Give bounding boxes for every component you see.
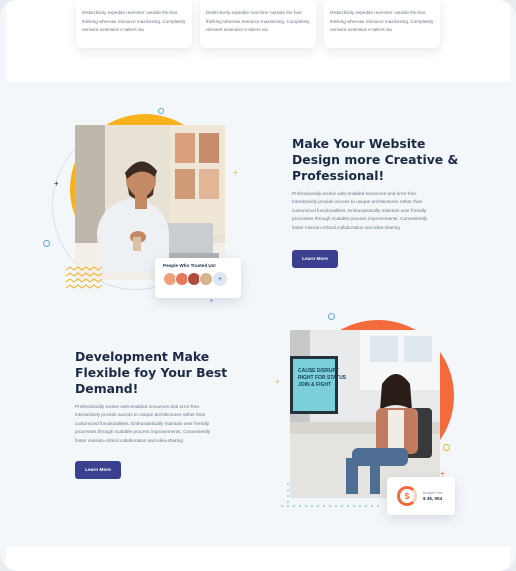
learn-more-button[interactable]: Learn More [75, 461, 121, 479]
plus-icon: + [209, 296, 214, 305]
heading-line: Design more Creative & [292, 152, 459, 167]
learn-more-button[interactable]: Learn More [292, 250, 338, 268]
plus-icon: + [275, 377, 280, 386]
small-ring-decoration [43, 240, 50, 247]
small-ring-decoration [328, 313, 335, 320]
monitor-text: CAUSE DISRUPT [298, 368, 339, 374]
monitor-text: RIGHT FOR STATUS [298, 375, 347, 381]
budget-label: Budget Plan [423, 491, 443, 495]
section2-paragraph: Professionally evolve web-enabled resour… [75, 404, 211, 443]
feature-card-text: Distinctively expedite real-time 'outsid… [206, 10, 310, 33]
budget-value: $ 35, 004 [423, 496, 443, 501]
dollar-icon: $ [397, 486, 417, 506]
monitor-text: JOIN & FIGHT [298, 382, 331, 388]
budget-card: $ Budget Plan $ 35, 004 [387, 477, 455, 515]
feature-card: Distinctively expedite real-time 'outsid… [324, 0, 440, 48]
zigzag-decoration [66, 266, 103, 289]
section2-heading: Development Make Flexible foy Your Best … [75, 349, 227, 397]
section1-paragraph: Professionally evolve web-enabled resour… [292, 191, 428, 230]
trusted-users-card: People Who Trusted Us! + [155, 258, 241, 298]
woman-office-photo: CAUSE DISRUPT RIGHT FOR STATUS JOIN & FI… [290, 330, 440, 498]
small-ring-decoration [443, 444, 450, 451]
section1-heading: Make Your Website Design more Creative &… [292, 136, 458, 184]
feature-card-text: Distinctively expedite real-time 'outsid… [330, 10, 434, 33]
feature-card: Distinctively expedite real-time 'outsid… [200, 0, 316, 48]
more-avatars-badge[interactable]: + [213, 272, 227, 286]
feature-card: Distinctively expedite real-time 'outsid… [76, 0, 192, 48]
avatar [199, 272, 213, 286]
heading-line: Demand! [75, 381, 139, 396]
heading-line: Flexible foy Your Best [75, 365, 228, 380]
man-working-photo [75, 125, 225, 280]
heading-line: Development Make [75, 349, 210, 364]
trusted-label: People Who Trusted Us! [163, 263, 216, 268]
plus-icon: + [233, 168, 238, 177]
page-frame: Distinctively expedite real-time 'outsid… [0, 0, 516, 571]
footer-band [6, 547, 510, 571]
small-ring-decoration [158, 108, 164, 114]
feature-card-text: Distinctively expedite real-time 'outsid… [82, 10, 186, 33]
plus-icon: + [54, 179, 59, 188]
heading-line: Make Your Website [292, 136, 426, 151]
heading-line: Professional! [292, 168, 385, 183]
